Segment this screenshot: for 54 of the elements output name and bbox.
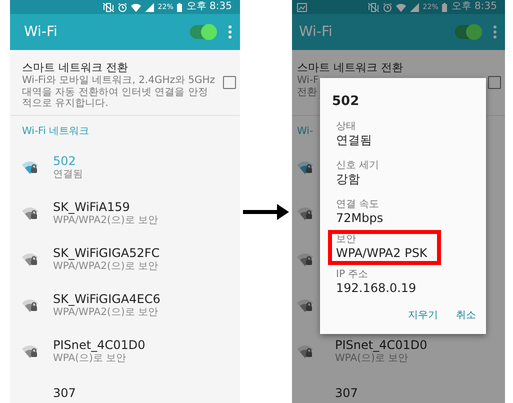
network-name[interactable]: PISnet_4C01D0 — [53, 338, 146, 352]
screen-title: Wi-Fi — [24, 24, 58, 40]
dialog-button[interactable]: 취소 — [454, 304, 478, 326]
smart-switch-description: Wi-F — [297, 75, 320, 86]
network-status: WPA(으)로 보안 — [335, 352, 408, 364]
smart-switch-description: 전환 — [297, 86, 318, 98]
more-menu-icon[interactable] — [493, 25, 497, 39]
field-value: 연결됨 — [336, 132, 372, 148]
field-value: 192.168.0.19 — [336, 280, 416, 296]
network-status: 연결됨 — [53, 168, 83, 180]
field-value: 강함 — [336, 171, 361, 187]
status-time: 오후 8:35 — [186, 0, 232, 14]
field-label: 상태 — [336, 121, 357, 132]
alarm-clock-icon — [118, 2, 127, 12]
dialog-button[interactable]: 지우기 — [406, 304, 440, 326]
field-value: 72Mbps — [336, 210, 384, 226]
battery-icon — [442, 2, 448, 12]
wifi-icon — [396, 2, 406, 12]
alarm-clock-icon — [382, 2, 392, 12]
network-status: WPA/WPA2(으)로 보안 — [53, 214, 158, 226]
signal-icon — [410, 2, 419, 12]
smart-switch-title: 스마트 네트워크 전환 — [22, 60, 129, 75]
checkbox[interactable] — [488, 76, 501, 89]
vibrate-mute-icon — [368, 2, 379, 12]
vibrate-mute-icon — [102, 2, 114, 12]
signal-icon — [144, 2, 154, 12]
network-name[interactable]: SK_WiFiGIGA52FC — [53, 246, 160, 260]
smart-switch-description: Wi-Fi와 모바일 네트워크, 2.4GHz와 5GHz 대역을 자동 전환하여 인터넷 연결을 안정적으로 유지합니다. — [22, 75, 216, 110]
field-label: 연결 속도 — [336, 199, 380, 210]
wifi-toggle[interactable] — [190, 25, 216, 39]
section-header: Wi-Fi 네트워크 — [22, 126, 90, 138]
smart-switch-title: 스마트 네트워크 전환 — [297, 60, 404, 75]
field-value: WPA/WPA2 PSK — [336, 245, 428, 261]
network-name[interactable]: 307 — [335, 386, 358, 401]
network-name[interactable]: 307 — [53, 386, 76, 401]
arrow-icon — [243, 204, 289, 220]
screen-title: Wi-Fi — [299, 24, 334, 40]
wifi-toggle[interactable] — [455, 25, 481, 39]
network-status: WPA(으)로 보안 — [53, 352, 126, 364]
network-name[interactable]: SK_WiFiGIGA4EC6 — [53, 292, 160, 306]
network-status: WPA/WPA2(으)로 보안 — [53, 260, 158, 272]
field-label: 신호 세기 — [336, 160, 380, 171]
section-header: Wi- — [297, 126, 314, 138]
field-label: 보안 — [336, 234, 357, 245]
dialog-title: 502 — [332, 94, 360, 109]
checkbox[interactable] — [223, 76, 236, 89]
battery-icon — [177, 2, 182, 12]
network-status: WPA/WPA2(으)로 보안 — [53, 306, 158, 318]
network-name[interactable]: PISnet_4C01D0 — [335, 338, 428, 352]
field-label: IP 주소 — [336, 269, 370, 280]
network-name[interactable]: SK_WiFiA159 — [53, 200, 158, 214]
wifi-icon — [130, 2, 141, 12]
status-time: 오후 8:35 — [451, 0, 497, 14]
more-menu-icon[interactable] — [228, 25, 232, 39]
